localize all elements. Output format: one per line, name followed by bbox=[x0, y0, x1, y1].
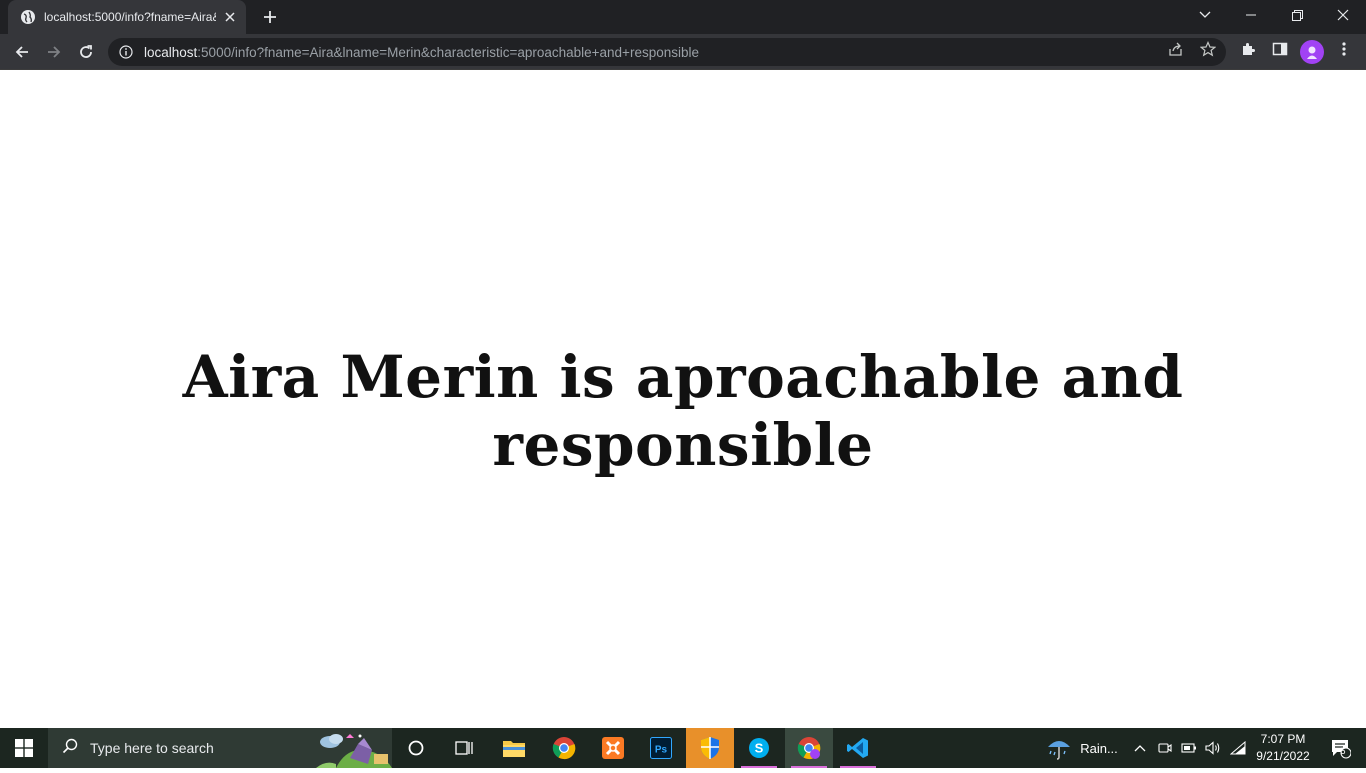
restore-button[interactable] bbox=[1274, 0, 1320, 30]
svg-text:Ps: Ps bbox=[655, 745, 668, 756]
chrome-icon[interactable] bbox=[540, 728, 588, 768]
system-clock[interactable]: 7:07 PM 9/21/2022 bbox=[1250, 731, 1316, 765]
share-icon[interactable] bbox=[1167, 40, 1185, 58]
side-panel-icon[interactable] bbox=[1271, 40, 1289, 58]
address-bar[interactable]: localhost:5000/info?fname=Aira&lname=Mer… bbox=[108, 38, 1226, 66]
extensions-puzzle-icon[interactable] bbox=[1239, 40, 1257, 58]
forward-button[interactable] bbox=[40, 38, 68, 66]
url-path: :5000/info?fname=Aira&lname=Merin&charac… bbox=[197, 44, 699, 60]
page-content: Aira Merin is aproachable and responsibl… bbox=[0, 71, 1366, 728]
photoshop-icon[interactable]: Ps bbox=[637, 728, 685, 768]
site-info-icon[interactable] bbox=[118, 44, 134, 60]
chevron-up-icon[interactable] bbox=[1130, 728, 1150, 768]
url-host: localhost bbox=[144, 44, 198, 60]
reload-button[interactable] bbox=[72, 38, 100, 66]
windows-taskbar: Type here to search Ps S Rain... 7:07 PM… bbox=[0, 728, 1366, 768]
task-view-icon[interactable] bbox=[440, 728, 488, 768]
minimize-button[interactable] bbox=[1228, 0, 1274, 30]
wifi-icon[interactable] bbox=[1228, 728, 1248, 768]
menu-kebab-icon[interactable] bbox=[1335, 40, 1353, 58]
back-button[interactable] bbox=[8, 38, 36, 66]
security-shield-icon[interactable] bbox=[686, 728, 734, 768]
meet-now-icon[interactable] bbox=[1156, 728, 1174, 768]
profile-avatar[interactable] bbox=[1300, 40, 1324, 64]
new-tab-button[interactable] bbox=[258, 5, 282, 29]
clock-date: 9/21/2022 bbox=[1256, 749, 1310, 763]
browser-tab[interactable]: localhost:5000/info?fname=Aira& bbox=[8, 0, 246, 34]
cortana-icon[interactable] bbox=[392, 728, 440, 768]
vscode-icon[interactable] bbox=[834, 728, 882, 768]
svg-text:S: S bbox=[755, 741, 764, 756]
globe-icon bbox=[20, 9, 36, 25]
weather-text: Rain... bbox=[1080, 740, 1118, 756]
clock-time: 7:07 PM bbox=[1260, 732, 1306, 746]
start-button[interactable] bbox=[0, 728, 48, 768]
notification-count: 5 bbox=[1340, 746, 1346, 756]
page-heading: Aira Merin is aproachable and responsibl… bbox=[182, 343, 1184, 479]
search-highlight-illustration bbox=[316, 730, 392, 768]
skype-icon[interactable]: S bbox=[735, 728, 783, 768]
file-explorer-icon[interactable] bbox=[490, 728, 538, 768]
bookmark-star-icon[interactable] bbox=[1199, 40, 1217, 58]
umbrella-rain-icon bbox=[1046, 735, 1072, 761]
xampp-icon[interactable] bbox=[589, 728, 637, 768]
search-placeholder: Type here to search bbox=[90, 740, 214, 756]
weather-widget[interactable]: Rain... bbox=[1044, 728, 1120, 768]
tab-title: localhost:5000/info?fname=Aira& bbox=[44, 10, 216, 24]
tab-strip: localhost:5000/info?fname=Aira& bbox=[0, 0, 1366, 34]
notification-center-icon[interactable]: 5 bbox=[1320, 728, 1360, 768]
url-text: localhost:5000/info?fname=Aira&lname=Mer… bbox=[144, 45, 699, 60]
browser-toolbar: localhost:5000/info?fname=Aira&lname=Mer… bbox=[0, 34, 1366, 70]
chrome-profile-icon[interactable] bbox=[785, 728, 833, 768]
tab-search-icon[interactable] bbox=[1182, 0, 1228, 30]
search-icon bbox=[62, 738, 78, 759]
battery-icon[interactable] bbox=[1179, 728, 1199, 768]
close-window-button[interactable] bbox=[1320, 0, 1366, 30]
close-tab-icon[interactable] bbox=[222, 9, 238, 25]
volume-icon[interactable] bbox=[1203, 728, 1223, 768]
